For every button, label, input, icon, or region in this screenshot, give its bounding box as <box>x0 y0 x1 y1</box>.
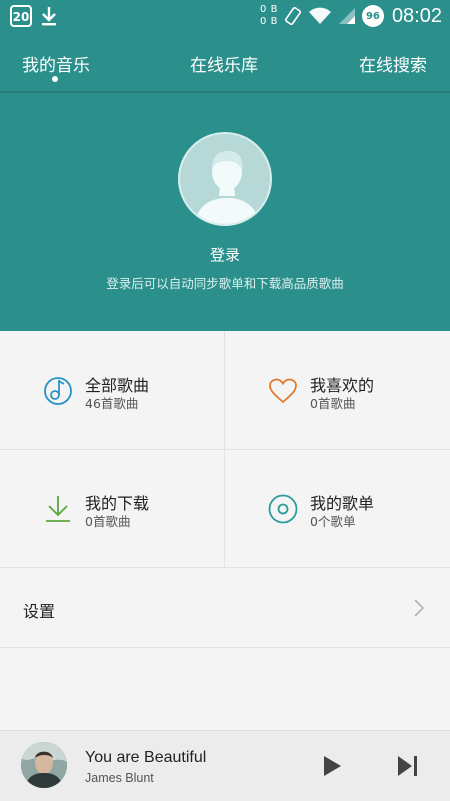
active-tab-indicator <box>52 76 58 82</box>
heart-icon <box>269 378 297 404</box>
calendar-day: 20 <box>12 10 30 24</box>
battery-icon: 96 <box>361 5 384 27</box>
song-artist: James Blunt <box>85 771 154 785</box>
disc-icon <box>268 494 298 524</box>
song-title: You are Beautiful <box>85 749 207 766</box>
next-track-icon[interactable] <box>395 753 421 779</box>
downloads-count: 0首歌曲 <box>85 514 131 529</box>
clock: 08:02 <box>391 4 442 27</box>
net-up: 0 B <box>260 4 278 15</box>
downloads-tile[interactable]: 我的下载 0首歌曲 <box>0 449 225 567</box>
rotate-icon <box>284 6 302 26</box>
tab-bar: 我的音乐 在线乐库 在线搜索 <box>0 34 450 91</box>
mini-player[interactable]: You are Beautiful James Blunt <box>0 730 450 801</box>
play-icon[interactable] <box>319 753 345 779</box>
music-note-icon <box>44 377 72 405</box>
all-songs-count: 46首歌曲 <box>85 396 139 411</box>
net-down: 0 B <box>260 16 278 27</box>
playlists-tile[interactable]: 我的歌单 0个歌单 <box>225 449 450 567</box>
tab-my-music[interactable]: 我的音乐 <box>22 51 90 76</box>
tab-online-library[interactable]: 在线乐库 <box>190 51 258 76</box>
status-bar: 20 0 B 0 B 96 08:02 <box>0 0 450 34</box>
download-notification-icon <box>42 7 56 26</box>
favorites-count: 0首歌曲 <box>310 396 356 411</box>
divider <box>0 647 450 648</box>
grid-divider-horizontal <box>0 449 450 450</box>
settings-row[interactable]: 设置 <box>0 568 450 647</box>
tab-online-search[interactable]: 在线搜索 <box>359 51 427 76</box>
avatar[interactable] <box>178 132 272 226</box>
playlists-count: 0个歌单 <box>310 514 356 529</box>
login-description: 登录后可以自动同步歌单和下载高品质歌曲 <box>106 276 344 291</box>
signal-icon <box>338 8 355 24</box>
wifi-icon <box>308 7 331 24</box>
calendar-icon: 20 <box>10 5 32 27</box>
chevron-right-icon <box>414 599 424 617</box>
profile-header: 登录 登录后可以自动同步歌单和下载高品质歌曲 <box>0 93 450 331</box>
login-button[interactable]: 登录 <box>0 244 450 265</box>
network-speed: 0 B 0 B <box>260 4 278 28</box>
user-silhouette-icon <box>194 150 260 224</box>
album-art-image <box>21 742 67 788</box>
favorites-tile[interactable]: 我喜欢的 0首歌曲 <box>225 331 450 449</box>
album-art[interactable] <box>21 742 67 788</box>
download-icon <box>46 496 70 522</box>
battery-level: 96 <box>365 10 380 22</box>
all-songs-tile[interactable]: 全部歌曲 46首歌曲 <box>0 331 225 449</box>
settings-label: 设置 <box>23 602 56 621</box>
